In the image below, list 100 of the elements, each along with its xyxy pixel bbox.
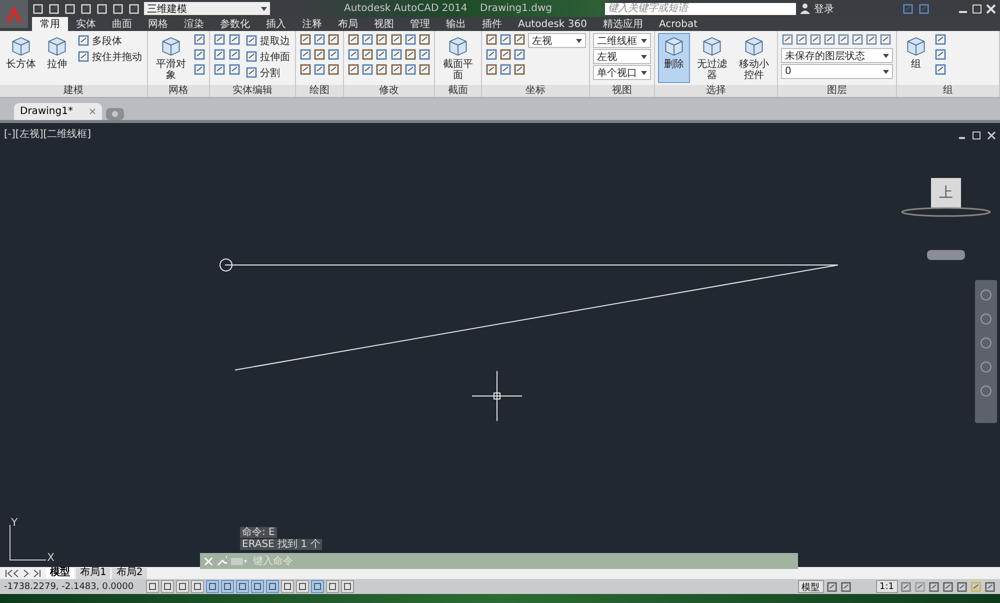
tool-icon[interactable] [513,33,526,46]
layout-tab[interactable]: 布局1 [76,568,110,578]
panel-title[interactable]: 建模 [0,85,147,97]
quick-access-icon[interactable] [64,2,76,14]
dropdown[interactable]: 单个视口 [593,65,651,80]
quick-access-icon[interactable] [48,2,60,14]
tool-icon[interactable] [245,34,258,47]
drafting-toggle-button[interactable] [146,580,159,593]
tool-icon[interactable] [513,63,526,76]
tool-icon[interactable] [390,63,403,76]
tool-icon[interactable] [245,66,258,79]
layer-tool-icon[interactable] [879,33,892,46]
ribbon-tool-button[interactable]: 组 [900,33,932,83]
drafting-toggle-button[interactable] [191,580,204,593]
tool-icon[interactable] [375,33,388,46]
ribbon-tab[interactable]: 插件 [474,17,510,31]
ribbon-tab[interactable]: Acrobat [650,17,706,31]
quick-access-icon[interactable] [80,2,92,14]
ribbon-tab[interactable]: 精选应用 [594,17,651,31]
drafting-toggle-button[interactable] [311,580,324,593]
ribbon-tool-button[interactable]: 删除 [658,33,690,83]
ribbon-tab[interactable]: 网格 [140,17,176,31]
ribbon-tool-button[interactable]: 按住并拖动 [75,49,144,64]
tool-icon[interactable] [313,33,326,46]
ribbon-tool-button[interactable]: 拉伸面 [243,49,292,64]
tool-icon[interactable] [327,63,340,76]
tool-icon[interactable] [193,33,206,46]
tool-icon[interactable] [228,48,241,61]
panel-title[interactable]: 图层 [778,85,896,97]
tool-icon[interactable] [404,63,417,76]
ribbon-tab[interactable]: 常用 [32,17,68,31]
drafting-toggle-button[interactable] [296,580,309,593]
tool-icon[interactable] [327,33,340,46]
layer-tool-icon[interactable] [795,33,808,46]
tool-icon[interactable] [499,63,512,76]
ribbon-tab[interactable]: 布局 [330,17,366,31]
layer-tool-icon[interactable] [851,33,864,46]
ribbon-tool-button[interactable]: 提取边 [243,33,292,48]
ribbon-tab[interactable]: 视图 [366,17,402,31]
tool-icon[interactable] [228,33,241,46]
tool-icon[interactable] [404,33,417,46]
tool-icon[interactable] [361,33,374,46]
panel-title[interactable]: 实体编辑 [210,85,295,97]
tool-icon[interactable] [485,33,498,46]
workspace-dropdown[interactable]: 三维建模 [144,2,270,15]
drafting-toggle-button[interactable] [161,580,174,593]
tool-icon[interactable] [361,48,374,61]
tool-icon[interactable] [213,33,226,46]
tool-icon[interactable] [77,34,90,47]
tool-icon[interactable] [934,48,947,61]
tool-icon[interactable] [228,63,241,76]
ribbon-tool-button[interactable]: 多段体 [75,33,144,48]
ucs-menu-button[interactable] [927,250,965,260]
panel-title[interactable]: 网格 [148,85,209,97]
panel-title[interactable]: 选择 [655,85,777,97]
drafting-toggle-button[interactable] [281,580,294,593]
tool-icon[interactable] [934,33,947,46]
maximize-icon[interactable] [972,4,982,14]
quick-access-icon[interactable] [112,2,124,14]
ribbon-tool-button[interactable]: 无过滤器 [692,33,732,83]
tool-icon[interactable] [485,63,498,76]
tool-icon[interactable] [375,63,388,76]
layer-tool-icon[interactable] [809,33,822,46]
dropdown[interactable]: 左视 [593,49,651,64]
user-icon[interactable] [800,3,810,14]
ribbon-tool-button[interactable]: 分割 [243,65,292,80]
panel-title[interactable]: 修改 [344,85,434,97]
tool-icon[interactable] [513,48,526,61]
ribbon-tool-button[interactable]: 移动小控件 [734,33,774,83]
tool-icon[interactable] [499,33,512,46]
tool-icon[interactable] [956,580,968,592]
ribbon-tool-button[interactable]: 拉伸 [41,33,73,83]
tool-icon[interactable] [347,33,360,46]
drafting-toggle-button[interactable] [176,580,189,593]
layout-tab[interactable]: 布局2 [112,568,147,578]
panel-title[interactable]: 组 [897,85,999,97]
panel-title[interactable]: 截面 [435,85,481,97]
ribbon-tool-button[interactable]: 长方体 [3,33,39,83]
dropdown[interactable]: 0 [781,64,893,79]
ribbon-tab[interactable]: Autodesk 360 [510,17,595,31]
layout-tab[interactable]: 模型 [46,568,74,578]
quick-access-icon[interactable] [128,2,140,14]
tool-icon[interactable] [193,63,206,76]
dropdown[interactable]: 二维线框 [593,33,651,48]
tool-icon[interactable] [499,48,512,61]
tool-icon[interactable] [213,48,226,61]
layer-tool-icon[interactable] [865,33,878,46]
drafting-toggle-button[interactable] [221,580,234,593]
tool-icon[interactable] [193,48,206,61]
tool-icon[interactable] [418,33,431,46]
annotation-scale-button[interactable]: 1:1 [876,580,898,593]
layer-tool-icon[interactable] [823,33,836,46]
tool-icon[interactable] [347,48,360,61]
tool-icon[interactable] [299,48,312,61]
tool-icon[interactable] [485,48,498,61]
ribbon-tab[interactable]: 渲染 [176,17,212,31]
drafting-toggle-button[interactable] [206,580,219,593]
dropdown[interactable]: 未保存的图层状态 [781,48,893,63]
dropdown[interactable]: 左视 [528,33,586,48]
viewcube-ring-icon[interactable] [901,206,991,218]
